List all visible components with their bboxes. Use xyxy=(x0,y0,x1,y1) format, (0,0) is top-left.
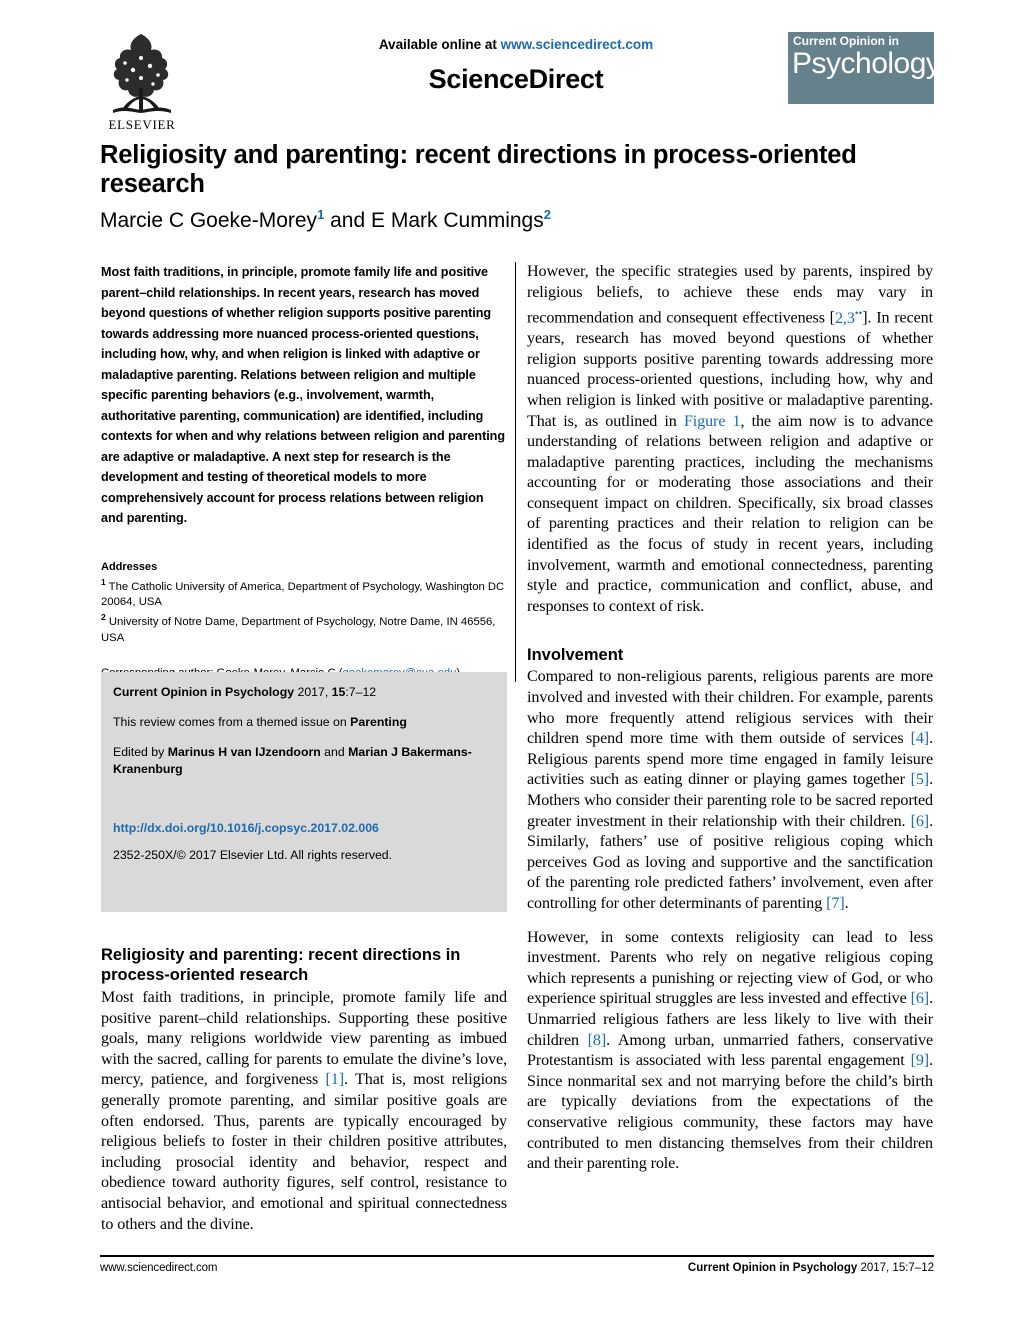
citation-journal-name: Current Opinion in Psychology xyxy=(113,685,295,699)
title-block: Religiosity and parenting: recent direct… xyxy=(100,141,940,234)
citation-pages: :7–12 xyxy=(345,685,377,699)
journal-cover-badge: Current Opinion in Psychology xyxy=(788,32,934,104)
journal-info-box: Current Opinion in Psychology 2017, 15:7… xyxy=(101,672,507,912)
article-page: ELSEVIER Available online at www.science… xyxy=(0,0,1020,1323)
available-online-label: Available online at xyxy=(378,37,501,52)
right-paragraph-1-part-b: ]. In recent years, research has moved b… xyxy=(527,309,933,430)
sciencedirect-wordmark: ScienceDirect xyxy=(428,64,604,94)
citation-year: 2017, xyxy=(294,685,332,699)
right-paragraph-1: However, the specific strategies used by… xyxy=(527,262,933,617)
right-column: However, the specific strategies used by… xyxy=(527,262,933,1175)
figure-1-link[interactable]: Figure 1 xyxy=(684,413,741,430)
masthead: ELSEVIER Available online at www.science… xyxy=(96,22,934,134)
sciencedirect-url-link[interactable]: www.sciencedirect.com xyxy=(501,37,654,52)
involvement-paragraph-2: However, in some contexts religiosity ca… xyxy=(527,928,933,1175)
editors-joiner: and xyxy=(320,745,349,759)
author-2-name: E Mark Cummings xyxy=(371,209,544,232)
affiliation-2: 2 University of Notre Dame, Department o… xyxy=(101,610,507,646)
author-2-affiliation-marker: 2 xyxy=(543,207,551,222)
journal-badge-title: Psychology xyxy=(792,47,934,80)
reference-link-2-3[interactable]: 2,3•• xyxy=(834,307,862,327)
affiliation-1: 1 The Catholic University of America, De… xyxy=(101,575,507,611)
reference-link-8[interactable]: [8] xyxy=(588,1032,607,1049)
intro-paragraph-part-b: . That is, most religions generally prom… xyxy=(101,1071,507,1233)
right-paragraph-1-part-c: , the aim now is to advance understandin… xyxy=(527,412,933,615)
elsevier-logo: ELSEVIER xyxy=(96,30,188,142)
elsevier-wordmark: ELSEVIER xyxy=(108,117,176,132)
footer-website-link[interactable]: www.sciencedirect.com xyxy=(100,1262,218,1274)
editors-line: Edited by Marinus H van IJzendoorn and M… xyxy=(113,744,495,778)
themed-issue-label: This review comes from a themed issue on xyxy=(113,715,351,729)
section-title-repeat: Religiosity and parenting: recent direct… xyxy=(101,946,461,984)
reference-link-1[interactable]: [1] xyxy=(326,1071,345,1088)
affiliation-2-text: University of Notre Dame, Department of … xyxy=(101,616,496,644)
page-title: Religiosity and parenting: recent direct… xyxy=(100,141,857,198)
affiliation-1-text: The Catholic University of America, Depa… xyxy=(101,580,505,608)
intro-paragraph: Most faith traditions, in principle, pro… xyxy=(101,988,507,1235)
author-list: Marcie C Goeke-Morey1 and E Mark Cumming… xyxy=(100,202,940,234)
less-investment-part-a: However, in some contexts religiosity ca… xyxy=(527,928,933,1008)
abstract-text: Most faith traditions, in principle, pro… xyxy=(101,265,505,525)
involvement-part-e: . xyxy=(844,894,849,912)
reference-link-2-3-number: 2,3 xyxy=(834,309,855,327)
addresses-heading: Addresses xyxy=(101,560,158,573)
author-joiner: and xyxy=(324,209,372,232)
page-footer: www.sciencedirect.com Current Opinion in… xyxy=(100,1262,934,1274)
citation-line: Current Opinion in Psychology 2017, 15:7… xyxy=(113,684,495,701)
editor-1-name: Marinus H van IJzendoorn xyxy=(167,745,321,759)
citation-volume: 15 xyxy=(331,685,346,699)
author-1-name: Marcie C Goeke-Morey xyxy=(100,209,318,232)
elsevier-tree-icon xyxy=(113,34,171,113)
involvement-part-a: Compared to non-religious parents, relig… xyxy=(527,668,933,748)
available-online-line: Available online at www.sciencedirect.co… xyxy=(266,37,766,52)
themed-issue-line: This review comes from a themed issue on… xyxy=(113,714,495,731)
doi-link[interactable]: http://dx.doi.org/10.1016/j.copsyc.2017.… xyxy=(113,820,495,837)
footer-divider xyxy=(100,1255,934,1257)
involvement-paragraph-1: Compared to non-religious parents, relig… xyxy=(527,667,933,914)
reference-link-7[interactable]: [7] xyxy=(826,895,845,912)
footer-journal-name: Current Opinion in Psychology xyxy=(687,1262,858,1274)
left-column-lower: Religiosity and parenting: recent direct… xyxy=(101,945,507,1248)
reference-link-9[interactable]: [9] xyxy=(911,1052,930,1069)
footer-citation-detail: 2017, 15:7–12 xyxy=(857,1262,934,1274)
section-heading-involvement: Involvement xyxy=(527,646,624,665)
reference-link-5[interactable]: [5] xyxy=(911,771,930,788)
themed-issue-topic: Parenting xyxy=(350,715,407,729)
left-column-upper: Most faith traditions, in principle, pro… xyxy=(101,262,507,682)
reference-link-6[interactable]: [6] xyxy=(911,813,930,830)
less-investment-part-d: . Since nonmarital sex and not marrying … xyxy=(527,1052,933,1173)
copyright-line: 2352-250X/© 2017 Elsevier Ltd. All right… xyxy=(113,848,393,862)
footer-citation: Current Opinion in Psychology 2017, 15:7… xyxy=(688,1262,934,1274)
reference-link-6b[interactable]: [6] xyxy=(911,990,930,1007)
column-divider-rule xyxy=(515,262,516,682)
reference-link-4[interactable]: [4] xyxy=(911,730,930,747)
editors-label: Edited by xyxy=(113,745,168,759)
